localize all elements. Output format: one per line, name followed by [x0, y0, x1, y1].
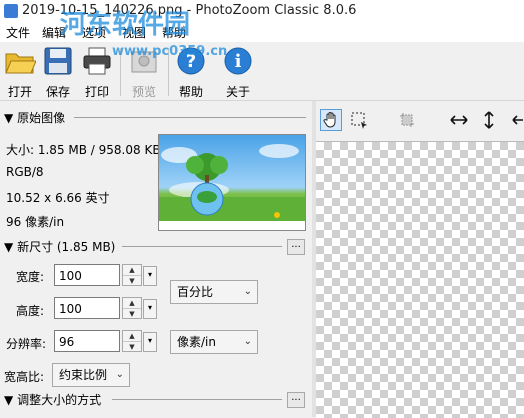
aspect-ratio-select[interactable]: 约束比例 ⌄: [52, 363, 130, 387]
resize-method-header[interactable]: ▼ 调整大小的方式: [4, 391, 101, 408]
thumbnail-image: [159, 144, 305, 230]
fit-width-button[interactable]: [448, 109, 470, 131]
original-size: 大小: 1.85 MB / 958.08 KB: [6, 143, 161, 157]
new-size-options-button[interactable]: ...: [287, 239, 305, 255]
original-dimensions: 10.52 x 6.66 英寸: [6, 191, 110, 205]
height-input[interactable]: 100: [54, 297, 120, 319]
resolution-stepper[interactable]: ▲ ▼: [122, 330, 142, 352]
printer-icon: [83, 47, 111, 75]
height-label: 高度:: [16, 304, 45, 318]
menu-options[interactable]: 选项: [82, 24, 106, 41]
menu-file[interactable]: 文件: [6, 24, 30, 41]
folder-open-icon: [5, 53, 37, 74]
menu-edit[interactable]: 编辑: [42, 24, 66, 41]
original-resolution: 96 像素/in: [6, 215, 65, 229]
resolution-unit-menu[interactable]: ▾: [143, 332, 157, 352]
crop-icon: [400, 113, 414, 127]
spin-down-icon[interactable]: ▼: [123, 341, 141, 352]
marquee-select-icon: [351, 112, 367, 129]
resolution-label: 分辨率:: [6, 337, 47, 351]
width-stepper[interactable]: ▲ ▼: [122, 264, 142, 286]
rotate-arrow-icon: [512, 115, 523, 125]
collapse-triangle-icon: ▼: [4, 240, 14, 254]
svg-text:i: i: [235, 51, 242, 72]
hand-icon: [323, 112, 336, 128]
left-panel: ▼ 原始图像 大小: 1.85 MB / 958.08 KB RGB/8 10.…: [0, 101, 312, 417]
height-unit-menu[interactable]: ▾: [143, 299, 157, 319]
chevron-down-icon: ⌄: [115, 369, 124, 380]
width-unit-menu[interactable]: ▾: [143, 266, 157, 286]
spin-down-icon[interactable]: ▼: [123, 308, 141, 319]
width-input[interactable]: 100: [54, 264, 120, 286]
selection-tool-button[interactable]: [348, 109, 370, 131]
floppy-disk-icon: [44, 47, 72, 75]
size-unit-select[interactable]: 百分比 ⌄: [170, 280, 258, 304]
collapse-triangle-icon: ▼: [4, 393, 14, 407]
horizontal-arrows-icon: [450, 115, 468, 125]
hand-tool-button[interactable]: [320, 109, 342, 131]
spin-up-icon[interactable]: ▲: [123, 331, 141, 341]
new-size-header[interactable]: ▼ 新尺寸 (1.85 MB): [4, 238, 115, 255]
aspect-ratio-label: 宽高比:: [4, 370, 45, 384]
spin-down-icon[interactable]: ▼: [123, 275, 141, 286]
save-button[interactable]: 保存: [38, 46, 78, 100]
resolution-input[interactable]: 96: [54, 330, 120, 352]
spin-up-icon[interactable]: ▲: [123, 265, 141, 275]
original-thumbnail: [158, 134, 306, 231]
height-stepper[interactable]: ▲ ▼: [122, 297, 142, 319]
original-image-header[interactable]: ▼ 原始图像: [4, 109, 65, 126]
section-divider: [122, 246, 282, 247]
section-divider: [74, 117, 306, 118]
app-icon: [4, 4, 18, 18]
width-label: 宽度:: [16, 270, 45, 284]
vertical-arrows-icon: [484, 111, 494, 129]
preview-toolbar: [316, 101, 524, 141]
resolution-unit-select[interactable]: 像素/in ⌄: [170, 330, 258, 354]
watermark-url: www.pc0359.cn: [112, 44, 228, 59]
menu-help[interactable]: 帮助: [162, 24, 186, 41]
chevron-down-icon: ⌄: [243, 286, 252, 297]
fit-height-button[interactable]: [478, 109, 500, 131]
window-title: 2019-10-15_140226.png - PhotoZoom Classi…: [22, 3, 357, 18]
collapse-triangle-icon: ▼: [4, 111, 14, 125]
preview-canvas[interactable]: [316, 141, 524, 418]
main-toolbar: 打开 保存 打印 预览 ? 帮助 i 关于: [0, 42, 524, 101]
rotate-button[interactable]: [508, 109, 524, 131]
section-divider: [112, 399, 282, 400]
menu-view[interactable]: 视图: [122, 24, 146, 41]
menu-bar: 文件 编辑 选项 视图 帮助: [0, 22, 524, 42]
open-button[interactable]: 打开: [0, 46, 40, 100]
original-mode: RGB/8: [6, 165, 44, 179]
chevron-down-icon: ⌄: [243, 336, 252, 347]
spin-up-icon[interactable]: ▲: [123, 298, 141, 308]
print-button[interactable]: 打印: [77, 46, 117, 100]
title-bar: 2019-10-15_140226.png - PhotoZoom Classi…: [0, 0, 524, 22]
crop-tool-button[interactable]: [396, 109, 418, 131]
resize-method-options-button[interactable]: ...: [287, 392, 305, 408]
